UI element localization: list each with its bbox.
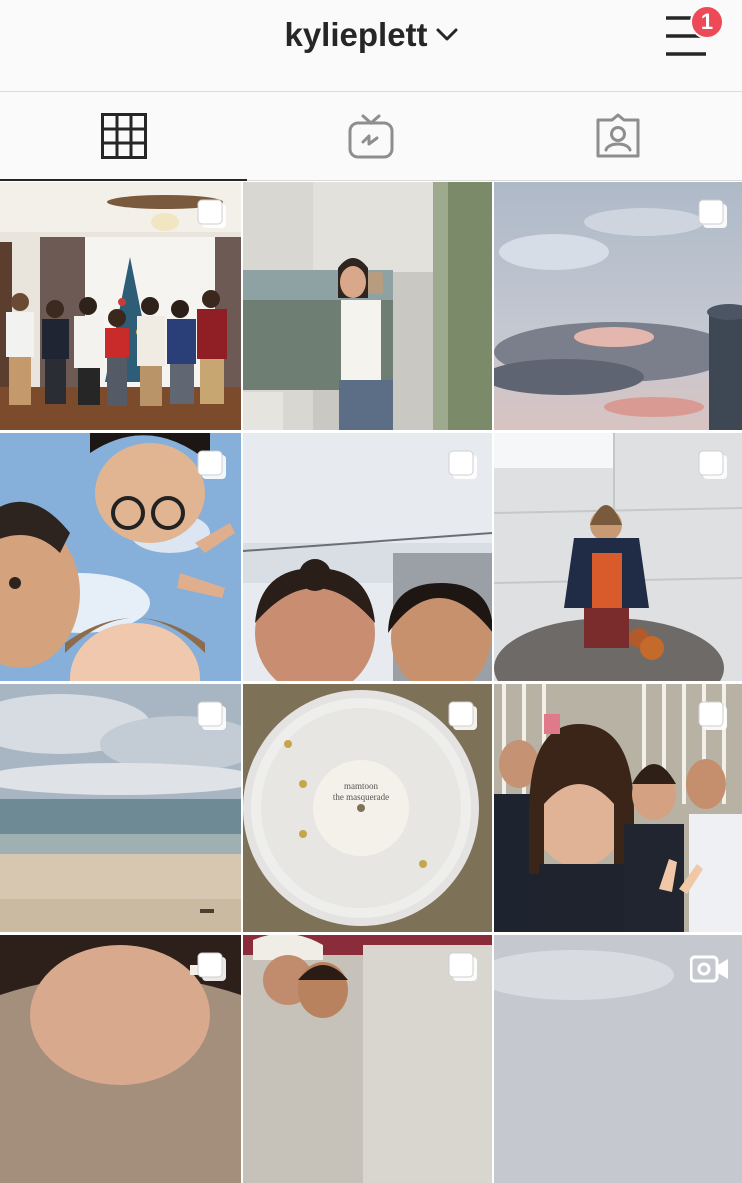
carousel-icon (698, 450, 727, 479)
username-switcher[interactable]: kylieplett (0, 16, 742, 54)
post-thumbnail[interactable] (0, 182, 241, 430)
carousel-icon (197, 450, 226, 479)
profile-header: kylieplett 1 (0, 0, 742, 92)
carousel-icon (197, 952, 226, 981)
profile-tabs (0, 92, 742, 181)
carousel-icon (698, 199, 727, 228)
carousel-icon (448, 701, 477, 730)
post-thumbnail[interactable] (494, 433, 742, 681)
carousel-icon (698, 701, 727, 730)
carousel-icon (197, 701, 226, 730)
carousel-icon (197, 199, 226, 228)
post-grid: mamtoon the masquerade (0, 182, 742, 1183)
post-thumbnail[interactable] (0, 935, 241, 1183)
tab-grid[interactable] (0, 92, 247, 181)
username[interactable]: kylieplett (284, 16, 427, 54)
tagged-icon (596, 113, 639, 158)
post-thumbnail[interactable] (243, 182, 492, 430)
chevron-down-icon[interactable] (436, 28, 458, 42)
post-thumbnail[interactable] (494, 684, 742, 932)
post-thumbnail[interactable] (0, 433, 241, 681)
post-thumbnail[interactable] (494, 182, 742, 430)
record-label-line1: mamtoon (344, 781, 378, 791)
post-thumbnail[interactable] (494, 935, 742, 1183)
igtv-icon (348, 114, 393, 159)
tab-tagged[interactable] (494, 92, 741, 180)
post-thumbnail[interactable] (243, 433, 492, 681)
post-image (243, 182, 492, 430)
carousel-icon (448, 450, 477, 479)
record-label-line2: the masquerade (333, 792, 389, 802)
post-thumbnail[interactable] (0, 684, 241, 932)
notification-badge: 1 (690, 5, 724, 39)
carousel-icon (448, 952, 477, 981)
video-icon (690, 955, 728, 983)
tab-igtv[interactable] (247, 92, 494, 180)
grid-icon (100, 113, 147, 159)
post-thumbnail[interactable] (243, 935, 492, 1183)
post-thumbnail[interactable]: mamtoon the masquerade (243, 684, 492, 932)
